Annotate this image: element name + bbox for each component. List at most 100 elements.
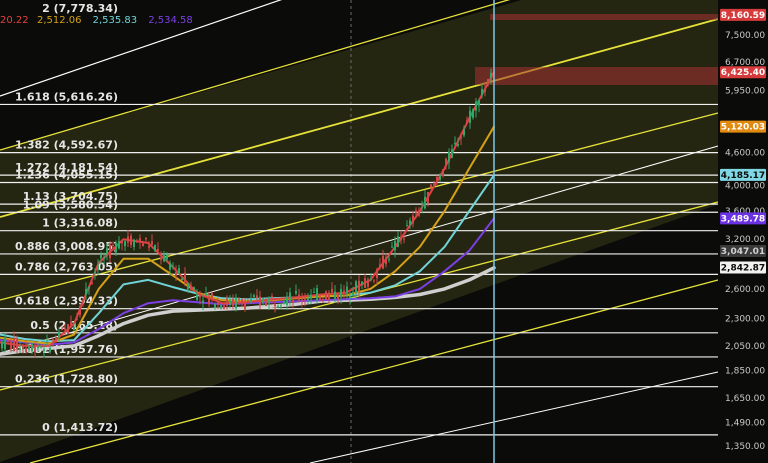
price-tick-label: 1,850.00 bbox=[725, 366, 765, 376]
candle-body bbox=[460, 136, 462, 139]
candle-body bbox=[58, 331, 60, 338]
candle-body bbox=[112, 244, 114, 246]
fib-level-label: 0.786 (2,763.05) bbox=[15, 260, 118, 273]
candle-body bbox=[466, 120, 468, 123]
candle-body bbox=[289, 292, 291, 301]
candle-body bbox=[67, 324, 69, 334]
candle-body bbox=[226, 298, 228, 306]
candle-body bbox=[301, 299, 303, 301]
candle-body bbox=[214, 303, 216, 308]
candle-body bbox=[34, 347, 36, 353]
candle-body bbox=[40, 346, 42, 348]
candle-body bbox=[64, 328, 66, 330]
price-tick-label: 4,600.00 bbox=[725, 148, 765, 158]
candle-body bbox=[1, 341, 3, 349]
candle-body bbox=[349, 296, 351, 298]
candle-body bbox=[196, 293, 198, 301]
price-tick-label: 5,950.00 bbox=[725, 87, 765, 97]
candle-body bbox=[367, 279, 369, 287]
candle-body bbox=[157, 249, 159, 251]
ma-legend-value: 2,534.58 bbox=[148, 15, 193, 26]
candle-body bbox=[487, 79, 489, 85]
candle-body bbox=[445, 158, 447, 167]
candle-body bbox=[232, 298, 234, 307]
candle-body bbox=[193, 287, 195, 290]
fib-level-label: 0 (1,413.72) bbox=[42, 421, 118, 434]
candle-body bbox=[481, 88, 483, 96]
candle-body bbox=[418, 210, 420, 216]
candle-body bbox=[175, 271, 177, 276]
candle-body bbox=[268, 297, 270, 304]
candle-body bbox=[205, 293, 207, 296]
candle-body bbox=[46, 339, 48, 341]
candle-body bbox=[475, 101, 477, 111]
candle-body bbox=[208, 296, 210, 305]
candle-body bbox=[184, 272, 186, 282]
price-tick-label: 1,650.00 bbox=[725, 394, 765, 404]
candle-body bbox=[397, 236, 399, 248]
candle-body bbox=[55, 338, 57, 342]
candle-body bbox=[316, 288, 318, 301]
candle-body bbox=[409, 220, 411, 225]
price-chart[interactable]: 1.618 (5,616.26)1.382 (4,592.67)1.272 (4… bbox=[0, 0, 768, 463]
fib-level-label: 1 (3,316.08) bbox=[42, 217, 118, 230]
candle-body bbox=[103, 257, 105, 259]
candle-body bbox=[10, 341, 12, 349]
candle-body bbox=[343, 290, 345, 292]
candle-body bbox=[154, 245, 156, 251]
candle-body bbox=[115, 242, 117, 253]
candle-body bbox=[280, 305, 282, 307]
price-badge-label: 4,185.17 bbox=[721, 171, 765, 181]
candle-body bbox=[169, 263, 171, 270]
candle-body bbox=[274, 304, 276, 307]
ma-legend-value: 20.22 bbox=[0, 15, 29, 26]
candle-body bbox=[448, 151, 450, 162]
candle-body bbox=[151, 241, 153, 245]
candle-body bbox=[70, 321, 72, 326]
candle-body bbox=[91, 282, 93, 285]
candle-body bbox=[181, 278, 183, 281]
candle-body bbox=[340, 288, 342, 298]
candle-body bbox=[319, 296, 321, 300]
candle-body bbox=[37, 346, 39, 349]
candle-body bbox=[424, 196, 426, 209]
candle-body bbox=[61, 328, 63, 331]
candle-body bbox=[145, 237, 147, 240]
fib-level-label: 1.382 (4,592.67) bbox=[15, 139, 118, 152]
candle-body bbox=[139, 238, 141, 243]
candle-body bbox=[361, 281, 363, 284]
candle-body bbox=[328, 292, 330, 300]
candle-body bbox=[88, 287, 90, 289]
candle-body bbox=[7, 339, 9, 342]
candle-body bbox=[442, 169, 444, 177]
candle-body bbox=[136, 241, 138, 243]
candle-body bbox=[133, 239, 135, 247]
candle-body bbox=[220, 304, 222, 309]
price-badge-label: 8,160.59 bbox=[721, 11, 765, 21]
candle-body bbox=[313, 291, 315, 293]
price-tick-label: 1,350.00 bbox=[725, 442, 765, 452]
candle-body bbox=[4, 337, 6, 350]
candle-body bbox=[436, 176, 438, 181]
candle-body bbox=[358, 280, 360, 292]
price-tick-label: 2,050.00 bbox=[725, 342, 765, 352]
price-tick-label: 2,600.00 bbox=[725, 285, 765, 295]
candle-body bbox=[43, 349, 45, 352]
candle-body bbox=[286, 297, 288, 305]
candle-body bbox=[187, 283, 189, 290]
candle-body bbox=[49, 347, 51, 353]
price-badge-label: 5,120.03 bbox=[721, 123, 765, 133]
candle-body bbox=[373, 280, 375, 282]
candle-body bbox=[259, 296, 261, 306]
candle-body bbox=[376, 269, 378, 278]
candle-body bbox=[244, 302, 246, 310]
candle-body bbox=[304, 299, 306, 301]
candle-body bbox=[331, 288, 333, 293]
candle-body bbox=[217, 301, 219, 306]
fibonacci-labels: 1.618 (5,616.26)1.382 (4,592.67)1.272 (4… bbox=[15, 90, 118, 433]
candle-body bbox=[400, 236, 402, 241]
candle-body bbox=[277, 305, 279, 307]
candle-body bbox=[250, 298, 252, 303]
candle-body bbox=[124, 241, 126, 247]
candle-body bbox=[451, 149, 453, 158]
